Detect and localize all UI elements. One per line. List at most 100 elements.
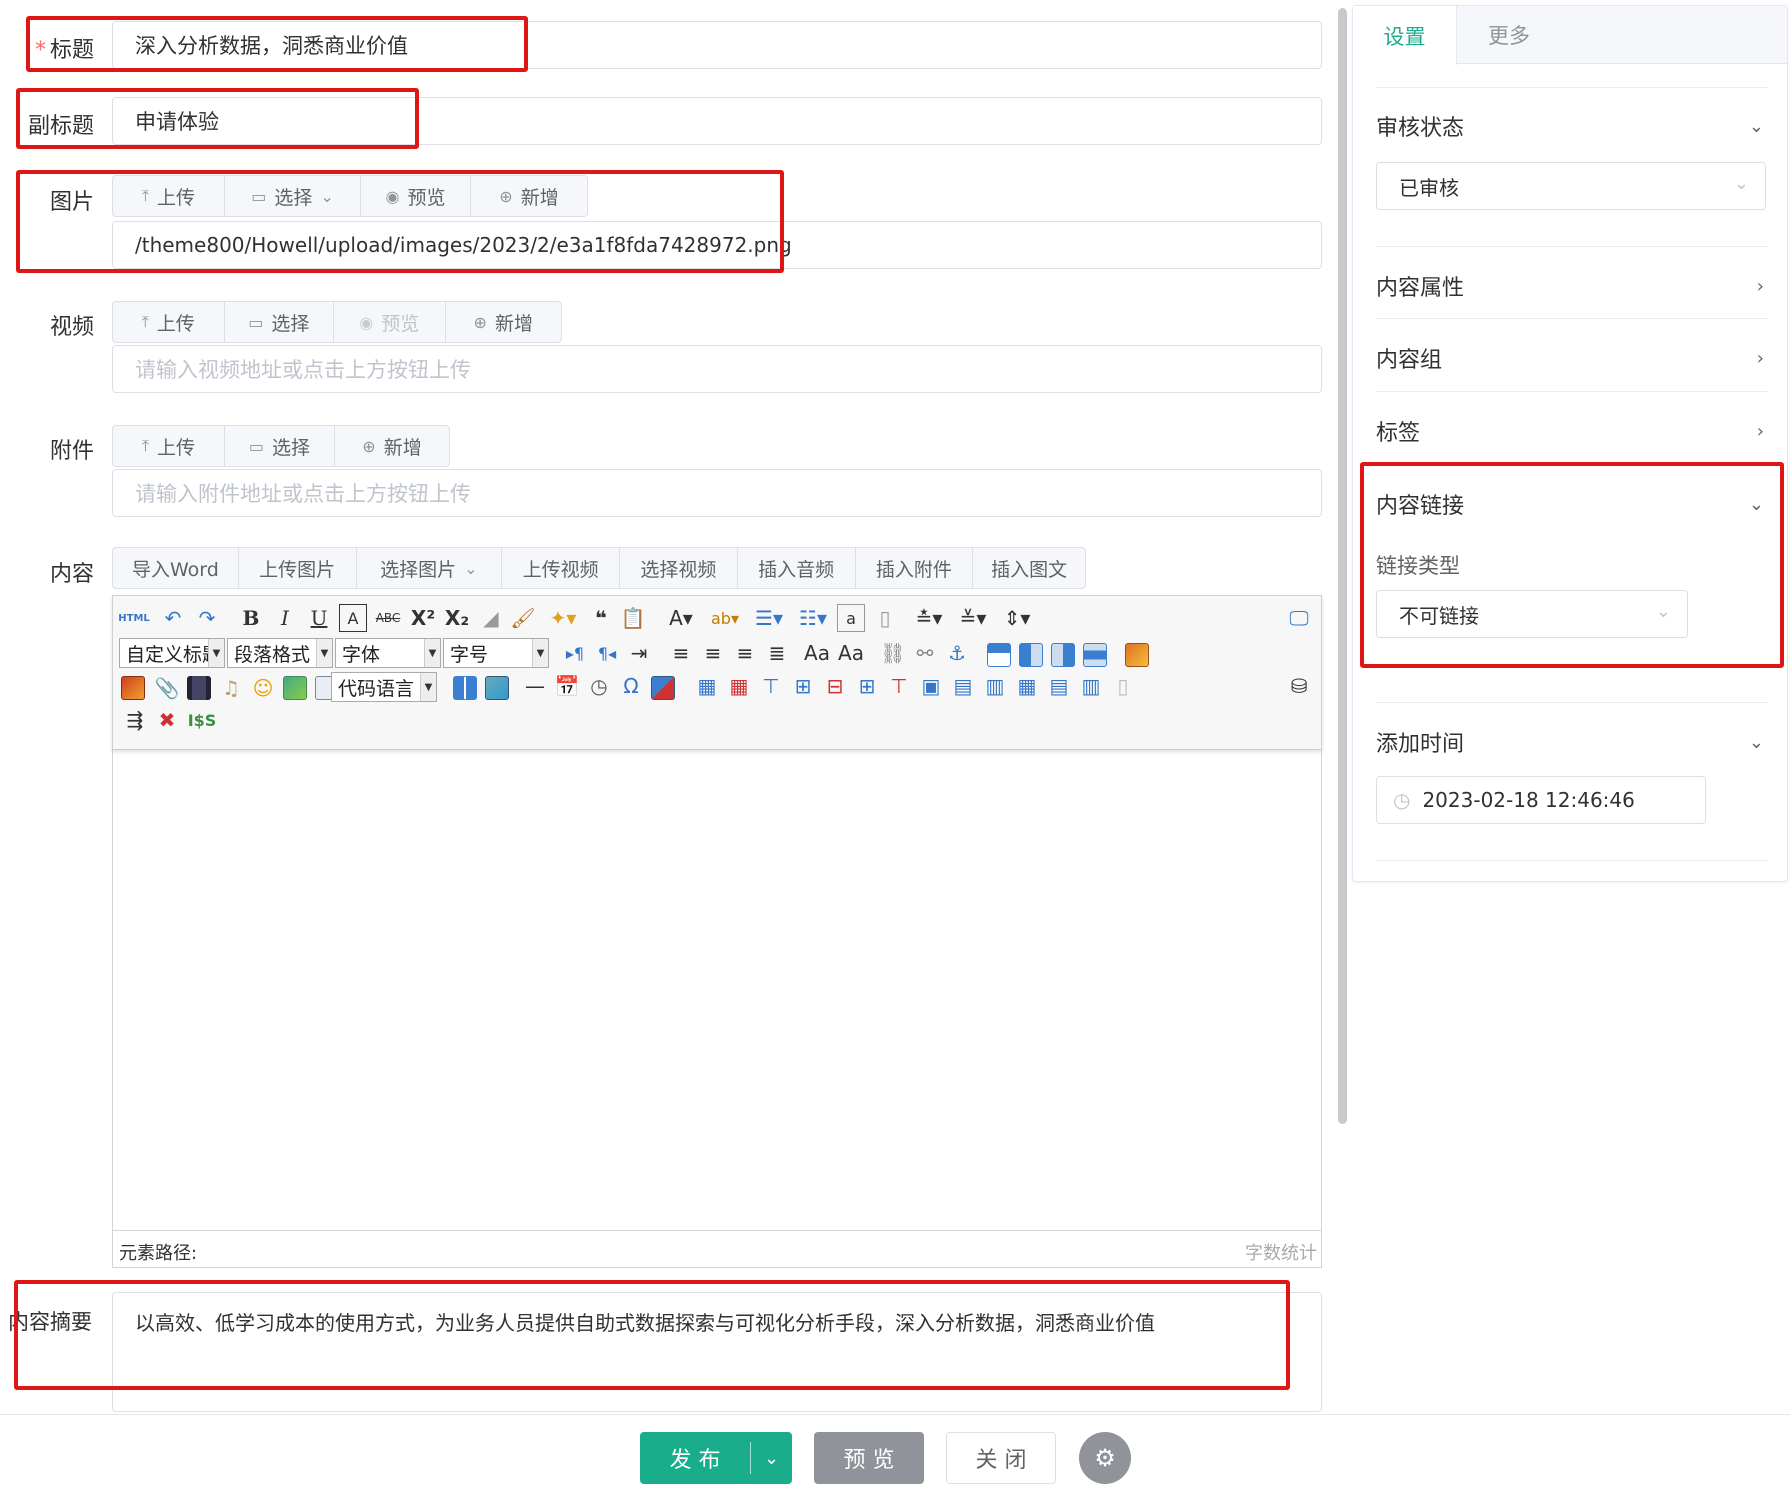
settings-gear-button[interactable]: ⚙ [1079, 1432, 1131, 1484]
font-color-icon[interactable]: A▾ [661, 604, 701, 632]
code-language-select[interactable]: 代码语言 ▼ [331, 672, 437, 702]
scrawl-icon[interactable] [283, 676, 307, 700]
blockquote-icon[interactable]: ❝ [587, 604, 615, 632]
unlink-icon[interactable]: ⚯ [911, 639, 939, 667]
split-cols-icon[interactable]: ▥ [1077, 672, 1105, 700]
multi-image-icon[interactable] [121, 676, 145, 700]
merge-cells-icon[interactable]: ▣ [917, 672, 945, 700]
tab-more[interactable]: 更多 [1457, 6, 1561, 64]
indent-icon[interactable]: ⇥ [625, 639, 653, 667]
upload-image-button[interactable]: 上传图片 [239, 548, 357, 588]
ordered-list-icon[interactable]: ☰▾ [749, 604, 789, 632]
lowercase-icon[interactable]: Aa [837, 639, 865, 667]
anchor-icon[interactable]: ⚓ [943, 639, 971, 667]
chart-icon[interactable]: I$S [185, 706, 219, 734]
content-attrs-row[interactable]: 内容属性 › [1376, 270, 1768, 302]
content-group-row[interactable]: 内容组 › [1376, 342, 1768, 374]
review-status-select[interactable]: 已审核 ⌄ [1376, 162, 1766, 210]
date-icon[interactable]: 📅 [553, 672, 581, 700]
paragraph-format-select[interactable]: 段落格式 ▼ [227, 638, 333, 668]
video-url-input[interactable]: 请输入视频地址或点击上方按钮上传 [112, 345, 1322, 393]
format-brush-icon[interactable]: 🖌 [509, 604, 537, 632]
paste-plain-icon[interactable]: 📋 [619, 604, 647, 632]
video-select-button[interactable]: ▭ 选择 [225, 302, 335, 342]
special-char-icon[interactable]: Ω [617, 672, 645, 700]
image-center-icon[interactable] [1083, 643, 1107, 667]
image-right-icon[interactable] [1051, 643, 1075, 667]
align-left-icon[interactable]: ≡ [667, 639, 695, 667]
custom-heading-select[interactable]: 自定义标题 ▼ [119, 638, 225, 668]
superscript-icon[interactable]: X² [409, 604, 437, 632]
insert-audio-button[interactable]: 插入音频 [738, 548, 856, 588]
insert-image-icon[interactable] [1125, 643, 1149, 667]
attachment-select-button[interactable]: ▭ 选择 [225, 426, 335, 466]
page-break-icon[interactable] [453, 676, 477, 700]
font-family-select[interactable]: 字体 ▼ [335, 638, 441, 668]
image-select-button[interactable]: ▭ 选择 ⌄ [225, 176, 361, 216]
bold-icon[interactable]: B [237, 604, 265, 632]
attachment-upload-button[interactable]: ⤒ 上传 [113, 426, 225, 466]
insert-row-icon[interactable]: ⊞ [789, 672, 817, 700]
fullscreen-icon[interactable]: 🖵 [1285, 604, 1313, 632]
preview-button[interactable]: 预 览 [814, 1432, 924, 1484]
import-word-button[interactable]: 导入Word [113, 548, 239, 588]
uppercase-icon[interactable]: Aa [803, 639, 831, 667]
rtl-icon[interactable]: ¶◂ [593, 639, 621, 667]
ltr-icon[interactable]: ▸¶ [561, 639, 589, 667]
video-icon[interactable] [187, 676, 211, 700]
search-replace-icon[interactable]: ⛁ [1285, 672, 1313, 700]
split-cells-icon[interactable]: ▦ [1013, 672, 1041, 700]
video-add-button[interactable]: ⊕ 新增 [446, 302, 561, 342]
image-left-icon[interactable] [1019, 643, 1043, 667]
tags-row[interactable]: 标签 › [1376, 415, 1768, 447]
merge-down-icon[interactable]: ▥ [981, 672, 1009, 700]
text-box-icon[interactable]: a [837, 604, 865, 632]
align-center-icon[interactable]: ≡ [699, 639, 727, 667]
horizontal-rule-icon[interactable]: — [521, 672, 549, 700]
title-input[interactable]: 深入分析数据，洞悉商业价值 [112, 21, 1322, 69]
print-icon[interactable]: ▯ [1109, 672, 1137, 700]
image-upload-button[interactable]: ⤒ 上传 [113, 176, 225, 216]
delete-row-icon[interactable]: ⊟ [821, 672, 849, 700]
attachment-url-input[interactable]: 请输入附件地址或点击上方按钮上传 [112, 469, 1322, 517]
unordered-list-icon[interactable]: ☷▾ [793, 604, 833, 632]
font-size-select[interactable]: 字号 ▼ [443, 638, 549, 668]
publish-button[interactable]: 发 布 [640, 1432, 750, 1484]
row-spacing-top-icon[interactable]: ≛▾ [909, 604, 949, 632]
video-upload-button[interactable]: ⤒ 上传 [113, 302, 225, 342]
image-path-input[interactable]: /theme800/Howell/upload/images/2023/2/e3… [112, 221, 1322, 269]
image-add-button[interactable]: ⊕ 新增 [471, 176, 587, 216]
music-icon[interactable]: ♫ [217, 674, 245, 702]
link-type-select[interactable]: 不可链接 ⌄ [1376, 590, 1688, 638]
attachment-add-button[interactable]: ⊕ 新增 [335, 426, 449, 466]
subtitle-input[interactable]: 申请体验 [112, 97, 1322, 145]
attachment-icon[interactable]: 📎 [153, 674, 181, 702]
add-time-header[interactable]: 添加时间 ⌄ [1376, 726, 1768, 758]
select-video-button[interactable]: 选择视频 [620, 548, 738, 588]
blank-page-icon[interactable]: ▯ [871, 604, 899, 632]
redo-icon[interactable]: ↷ [193, 604, 221, 632]
delete-table-icon[interactable]: ▦ [725, 672, 753, 700]
content-link-header[interactable]: 内容链接 ⌄ [1376, 488, 1768, 520]
insert-attachment-button[interactable]: 插入附件 [856, 548, 974, 588]
add-time-input[interactable]: ◷ 2023-02-18 12:46:46 [1376, 776, 1706, 824]
link-icon[interactable]: ⛓ [879, 639, 907, 667]
auto-typeset-icon[interactable]: ⇶ [121, 706, 149, 734]
undo-icon[interactable]: ↶ [159, 604, 187, 632]
publish-dropdown-button[interactable]: ⌄ [751, 1432, 792, 1484]
select-image-button[interactable]: 选择图片 ⌄ [357, 548, 503, 588]
font-border-icon[interactable]: A [339, 604, 367, 632]
template-icon[interactable] [485, 676, 509, 700]
word-image-icon[interactable] [651, 676, 675, 700]
align-justify-icon[interactable]: ≣ [763, 639, 791, 667]
highlight-color-icon[interactable]: ab▾ [705, 604, 745, 632]
italic-icon[interactable]: I [271, 604, 299, 632]
row-spacing-bottom-icon[interactable]: ≚▾ [953, 604, 993, 632]
split-rows-icon[interactable]: ▤ [1045, 672, 1073, 700]
main-scrollbar[interactable] [1338, 8, 1347, 1124]
insert-graphic-button[interactable]: 插入图文 [973, 548, 1085, 588]
image-preview-button[interactable]: ◉ 预览 [361, 176, 471, 216]
align-right-icon[interactable]: ≡ [731, 639, 759, 667]
underline-icon[interactable]: U [305, 604, 333, 632]
time-icon[interactable]: ◷ [585, 672, 613, 700]
